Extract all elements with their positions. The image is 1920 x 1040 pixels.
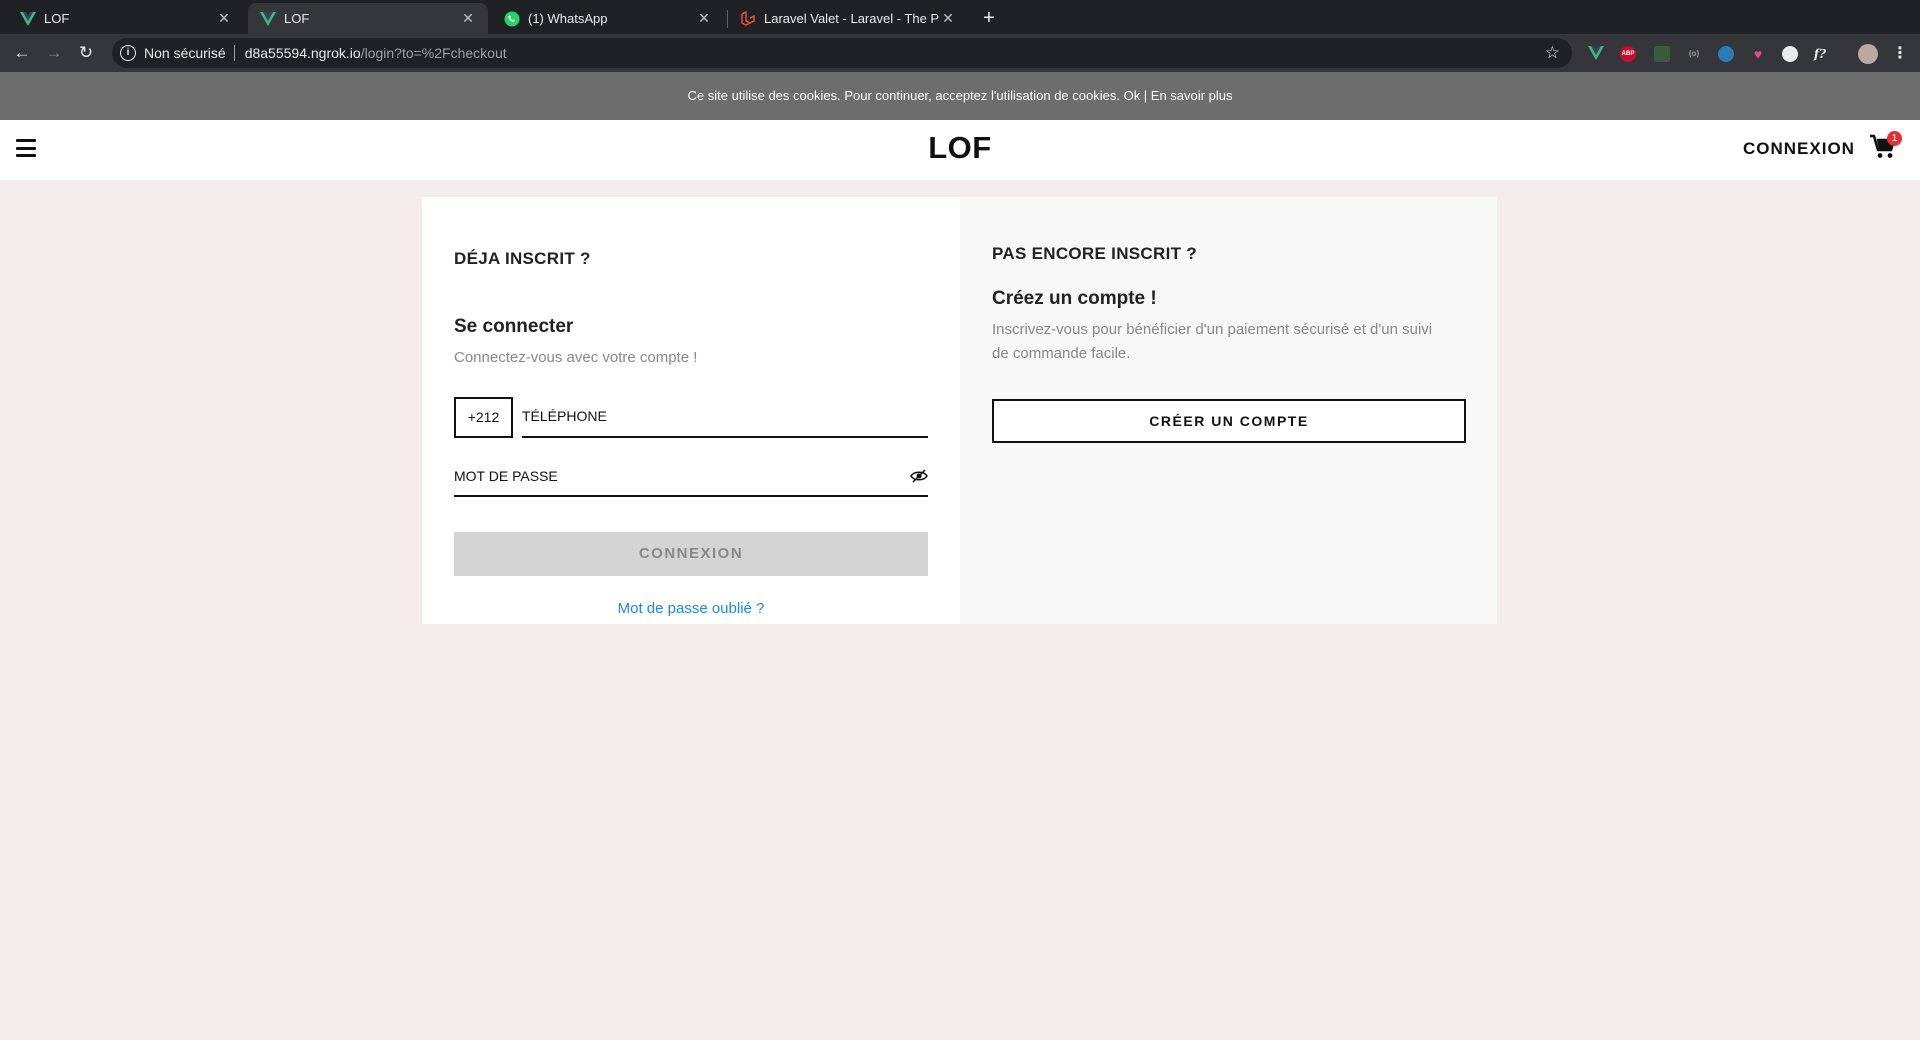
forgot-password-link: Mot de passe oublié ? [422, 600, 960, 617]
register-description: Inscrivez-vous pour bénéficier d'un paie… [992, 321, 1433, 362]
browser-menu-icon[interactable]: ⋮ [1892, 43, 1908, 63]
back-arrow-icon[interactable]: ← [10, 41, 34, 65]
browser-tab-active[interactable]: LOF ✕ [248, 3, 488, 34]
heart-extension-icon[interactable]: ♥ [1750, 46, 1766, 62]
browser-tab[interactable]: (1) WhatsApp ✕ [492, 3, 724, 34]
browser-tab-strip: LOF ✕ LOF ✕ (1) WhatsApp ✕ Laravel Valet… [0, 0, 1920, 34]
address-divider [233, 45, 235, 61]
tab-title: LOF [284, 11, 310, 26]
url-path: /login?to=%2Fcheckout [360, 45, 507, 61]
cookie-banner-text[interactable]: Ce site utilise des cookies. Pour contin… [688, 88, 1233, 103]
reload-icon[interactable]: ↻ [74, 41, 98, 65]
extension-icon[interactable]: (o) [1686, 46, 1702, 62]
register-title: Créez un compte ! [992, 288, 1157, 309]
vue-devtools-icon[interactable] [1588, 46, 1604, 62]
new-tab-button[interactable]: + [976, 5, 1002, 31]
register-panel: PAS ENCORE INSCRIT ? Créez un compte ! I… [960, 197, 1497, 624]
close-tab-icon[interactable]: ✕ [940, 10, 956, 27]
laravel-icon [740, 10, 756, 27]
forward-arrow-icon[interactable]: → [42, 41, 66, 65]
close-tab-icon[interactable]: ✕ [460, 10, 476, 27]
login-panel: DÉJA INSCRIT ? Se connecter Connectez-vo… [422, 197, 960, 624]
site-logo[interactable]: LOF [0, 130, 1920, 166]
create-account-button[interactable]: CRÉER UN COMPTE [992, 399, 1466, 443]
eye-slash-icon[interactable] [910, 469, 928, 483]
tab-title: (1) WhatsApp [528, 11, 608, 26]
auth-card: DÉJA INSCRIT ? Se connecter Connectez-vo… [422, 197, 1497, 624]
login-submit-button[interactable]: CONNEXION [454, 532, 928, 576]
tab-title: LOF [44, 11, 70, 26]
url-host: d8a55594.ngrok.io [244, 45, 361, 61]
globe-extension-icon[interactable] [1718, 46, 1734, 62]
header-login-link[interactable]: CONNEXION [1743, 139, 1855, 159]
adblock-plus-icon[interactable]: ABP [1620, 46, 1636, 62]
close-tab-icon[interactable]: ✕ [216, 10, 232, 27]
cart-button[interactable]: 1 [1869, 131, 1902, 162]
forgot-password-text[interactable]: Mot de passe oublié ? [618, 600, 765, 617]
extension-icon[interactable] [1654, 46, 1670, 62]
login-title: Se connecter [454, 316, 574, 337]
phone-input[interactable]: TÉLÉPHONE [522, 397, 928, 438]
clock-extension-icon[interactable] [1782, 46, 1798, 62]
cart-count-badge: 1 [1887, 131, 1902, 146]
font-extension-icon[interactable]: f? [1812, 46, 1828, 62]
address-bar[interactable]: i Non sécurisé d8a55594.ngrok.io/login?t… [112, 38, 1572, 68]
password-input[interactable]: MOT DE PASSE [454, 457, 928, 497]
close-tab-icon[interactable]: ✕ [696, 10, 712, 27]
browser-toolbar: ← → ↻ i Non sécurisé d8a55594.ngrok.io/l… [0, 34, 1920, 72]
info-icon[interactable]: i [120, 45, 136, 61]
tab-title: Laravel Valet - Laravel - The P [764, 11, 940, 26]
profile-avatar[interactable] [1858, 44, 1878, 64]
cookie-banner: Ce site utilise des cookies. Pour contin… [0, 72, 1920, 120]
whatsapp-icon [504, 11, 520, 27]
browser-tab[interactable]: LOF ✕ [8, 3, 244, 34]
site-header: LOF CONNEXION 1 [0, 120, 1920, 180]
browser-tab[interactable]: Laravel Valet - Laravel - The P ✕ [728, 3, 968, 34]
country-code-select[interactable]: +212 [454, 397, 513, 438]
login-section-title: DÉJA INSCRIT ? [454, 249, 591, 268]
register-section-title: PAS ENCORE INSCRIT ? [992, 244, 1197, 263]
bookmark-star-icon[interactable]: ☆ [1545, 43, 1560, 63]
vue-icon [20, 11, 36, 27]
password-placeholder: MOT DE PASSE [454, 468, 558, 484]
security-label: Non sécurisé [144, 45, 226, 61]
vue-icon [260, 11, 276, 27]
login-subtitle: Connectez-vous avec votre compte ! [454, 349, 698, 366]
